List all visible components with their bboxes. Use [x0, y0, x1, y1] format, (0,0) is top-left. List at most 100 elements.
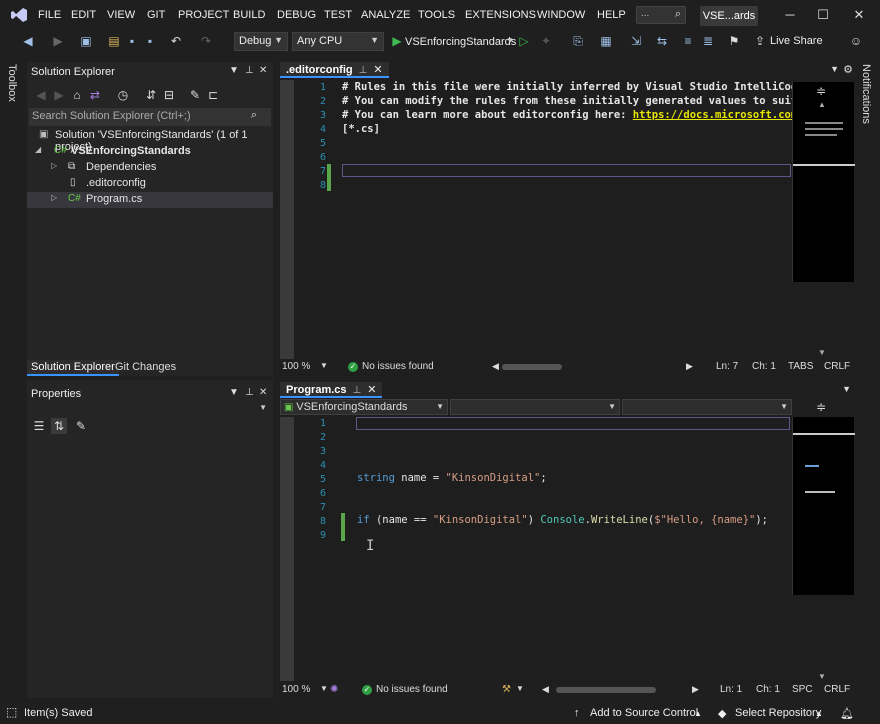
configuration-dropdown[interactable]: Debug ▼	[234, 32, 288, 51]
new-project-icon[interactable]: ▣	[78, 33, 94, 49]
menu-git[interactable]: GIT	[147, 9, 165, 21]
tree-item-editorconfig[interactable]: ▯ .editorconfig	[27, 176, 273, 192]
property-pages-icon[interactable]: ✎	[73, 418, 89, 434]
zoom-chevron-icon[interactable]: ▼	[320, 684, 328, 693]
line-ending[interactable]: CRLF	[824, 684, 850, 695]
minimize-icon[interactable]: ─	[780, 7, 800, 22]
sync-icon[interactable]: ⇵	[143, 87, 159, 103]
layout-icon[interactable]: ▦	[598, 33, 614, 49]
close-panel-icon[interactable]: ✕	[259, 387, 267, 398]
tab-list-chevron-icon[interactable]: ▼	[842, 384, 851, 394]
tab-git-changes[interactable]: Git Changes	[111, 360, 180, 376]
column-indicator[interactable]: Ch: 1	[752, 361, 776, 372]
line-indicator[interactable]: Ln: 7	[716, 361, 738, 372]
split-editor-icon[interactable]: ≑	[816, 400, 826, 414]
close-tab-icon[interactable]: ✕	[373, 64, 382, 76]
select-repository-chevron-icon[interactable]: ▲	[815, 709, 823, 718]
pin-icon[interactable]: ⊥	[353, 385, 362, 396]
save-icon[interactable]: ▪	[124, 33, 140, 49]
menu-test[interactable]: TEST	[324, 9, 352, 21]
home-icon[interactable]: ⌂	[69, 87, 85, 103]
zoom-level[interactable]: 100 %	[282, 361, 310, 372]
run-target-button[interactable]: VSEnforcingStandards	[405, 36, 516, 48]
scroll-right-icon[interactable]: ▶	[686, 361, 693, 372]
alphabetical-icon[interactable]: ⇅	[51, 418, 67, 434]
scroll-left-icon[interactable]: ◀	[542, 684, 549, 695]
preview-icon[interactable]: ⊏	[205, 87, 221, 103]
open-folder-icon[interactable]: ▤	[106, 33, 122, 49]
menu-analyze[interactable]: ANALYZE	[361, 9, 410, 21]
toolbox-tab[interactable]: Toolbox	[6, 64, 18, 102]
browse-folder-icon[interactable]: ⎘	[570, 33, 586, 49]
undo-icon[interactable]: ↶	[168, 33, 184, 49]
select-repository-button[interactable]: Select Repository	[735, 707, 821, 719]
pin-icon[interactable]: ⊥	[245, 65, 254, 76]
output-panel-icon[interactable]: ⬚	[6, 705, 17, 719]
solution-explorer-search-input[interactable]: Search Solution Explorer (Ctrl+;) ⌕	[29, 108, 271, 126]
editorconfig-docs-link[interactable]: https://docs.microsoft.com	[633, 109, 797, 121]
repository-icon[interactable]: ◆	[718, 707, 726, 720]
visual-studio-logo-icon[interactable]	[10, 7, 28, 23]
menu-window[interactable]: WINDOW	[537, 9, 585, 21]
zoom-chevron-icon[interactable]: ▼	[320, 361, 328, 370]
horizontal-scrollbar-thumb[interactable]	[502, 364, 562, 370]
add-to-source-chevron-icon[interactable]: ▲	[694, 709, 702, 718]
menu-tools[interactable]: TOOLS	[418, 9, 455, 21]
bookmark-icon[interactable]: ⚑	[726, 33, 742, 49]
intellicode-icon[interactable]: ✺	[330, 684, 338, 695]
indent-mode[interactable]: TABS	[788, 361, 813, 372]
forward-icon[interactable]: ▶	[51, 87, 67, 103]
menu-edit[interactable]: EDIT	[71, 9, 96, 21]
switch-views-icon[interactable]: ⇄	[87, 87, 103, 103]
add-to-source-control-icon[interactable]: ↑	[574, 707, 580, 719]
properties-object-dropdown[interactable]: ▼	[27, 400, 273, 416]
tab-program-cs[interactable]: Program.cs ⊥ ✕	[280, 382, 383, 398]
code-area[interactable]	[294, 80, 790, 359]
pin-icon[interactable]: ⊥	[245, 387, 254, 398]
back-icon[interactable]: ◀	[33, 87, 49, 103]
code-cleanup-icon[interactable]: ⚒	[502, 684, 511, 695]
collapse-all-icon[interactable]: ⊟	[161, 87, 177, 103]
panel-menu-chevron-icon[interactable]: ▼	[229, 65, 239, 76]
scroll-right-icon[interactable]: ▶	[692, 684, 699, 695]
menu-file[interactable]: FILE	[38, 9, 61, 21]
scroll-down-icon[interactable]: ▼	[818, 672, 826, 681]
menu-help[interactable]: HELP	[597, 9, 626, 21]
horizontal-scrollbar-thumb[interactable]	[556, 687, 656, 693]
settings-gear-icon[interactable]: ⚙	[843, 63, 853, 76]
back-icon[interactable]: ◀	[20, 33, 36, 49]
menu-project[interactable]: PROJECT	[178, 9, 229, 21]
live-share-icon[interactable]: ⇪	[752, 33, 768, 49]
issues-status[interactable]: No issues found	[362, 361, 434, 372]
close-panel-icon[interactable]: ✕	[259, 65, 267, 76]
scroll-down-icon[interactable]: ▼	[818, 348, 826, 357]
save-all-icon[interactable]: ▪	[142, 33, 158, 49]
menu-view[interactable]: VIEW	[107, 9, 135, 21]
categorized-icon[interactable]: ☰	[31, 418, 47, 434]
close-window-icon[interactable]: ✕	[849, 7, 869, 23]
maximize-icon[interactable]: ☐	[813, 7, 833, 23]
project-nav-dropdown[interactable]: ▣ VSEnforcingStandards ▼	[280, 399, 448, 415]
line-indicator[interactable]: Ln: 1	[720, 684, 742, 695]
member-nav-dropdown[interactable]: ▼	[622, 399, 792, 415]
notifications-bell-icon[interactable]: 🔔︎	[840, 707, 854, 720]
minimap[interactable]	[792, 417, 855, 595]
code-cleanup-chevron-icon[interactable]: ▼	[516, 684, 524, 693]
zoom-level[interactable]: 100 %	[282, 684, 310, 695]
tree-item-dependencies[interactable]: ▷ ⧉ Dependencies	[27, 160, 273, 176]
add-to-source-control-button[interactable]: Add to Source Control	[590, 707, 698, 719]
redo-icon[interactable]: ↷	[198, 33, 214, 49]
scroll-left-icon[interactable]: ◀	[492, 361, 499, 372]
column-indicator[interactable]: Ch: 1	[756, 684, 780, 695]
expanded-chevron-icon[interactable]: ◢	[35, 145, 41, 154]
tree-item-solution[interactable]: ▣ Solution 'VSEnforcingStandards' (1 of …	[27, 128, 273, 153]
start-debugging-icon[interactable]: ▶	[389, 33, 405, 49]
menu-build[interactable]: BUILD	[233, 9, 265, 21]
comment-icon[interactable]: ≡	[680, 33, 696, 49]
solution-name-badge[interactable]: VSE...ards	[700, 6, 758, 26]
collapsed-chevron-icon[interactable]: ▷	[51, 193, 57, 202]
close-tab-icon[interactable]: ✕	[367, 384, 376, 396]
tree-item-program-cs[interactable]: ▷ C# Program.cs	[27, 192, 273, 208]
issues-status[interactable]: No issues found	[376, 684, 448, 695]
step-icon[interactable]: ⇲	[628, 33, 644, 49]
